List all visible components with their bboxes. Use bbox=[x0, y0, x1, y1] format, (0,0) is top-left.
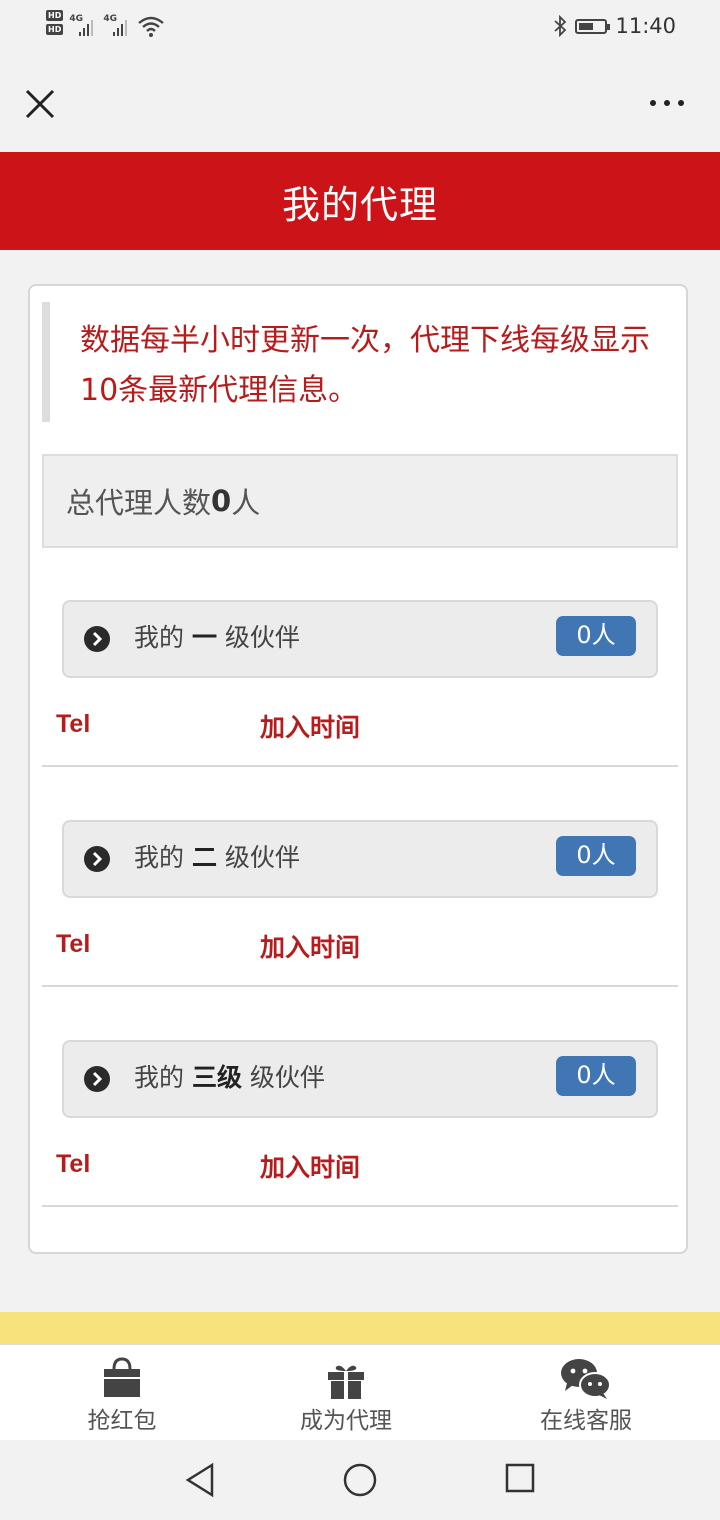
count-badge: 0人 bbox=[556, 836, 636, 876]
page-header: 我的代理 bbox=[0, 152, 720, 250]
level-section-3: 我的 三级 级伙伴 0人 Tel 加入时间 bbox=[42, 1040, 678, 1260]
home-icon[interactable] bbox=[342, 1462, 378, 1498]
recents-icon[interactable] bbox=[504, 1462, 536, 1494]
level-number: 一 bbox=[191, 623, 217, 652]
close-icon[interactable] bbox=[22, 86, 58, 122]
status-right: 11:40 bbox=[553, 14, 676, 38]
column-tel: Tel bbox=[56, 930, 91, 958]
level-suffix: 级伙伴 bbox=[216, 843, 300, 872]
more-icon[interactable] bbox=[650, 100, 684, 106]
column-join-time: 加入时间 bbox=[260, 933, 361, 962]
tab-label: 在线客服 bbox=[540, 1408, 632, 1434]
notice-text: 数据每半小时更新一次，代理下线每级显示10条最新代理信息。 bbox=[42, 302, 662, 422]
level-section-1: 我的 一 级伙伴 0人 Tel 加入时间 bbox=[42, 600, 678, 820]
chevron-right-icon bbox=[84, 626, 110, 652]
total-prefix: 总代理人数 bbox=[66, 486, 212, 520]
system-nav-bar bbox=[0, 1440, 720, 1520]
hd-badge-2: HD bbox=[46, 24, 64, 35]
status-left: HD HD 4G 4G bbox=[46, 10, 165, 38]
level-suffix: 级伙伴 bbox=[216, 623, 300, 652]
column-join-time: 加入时间 bbox=[260, 713, 361, 742]
count-badge: 0人 bbox=[556, 616, 636, 656]
tab-label: 成为代理 bbox=[300, 1408, 392, 1434]
level-panel-3[interactable]: 我的 三级 级伙伴 0人 bbox=[62, 1040, 658, 1118]
level-prefix: 我的 bbox=[134, 843, 192, 872]
divider bbox=[42, 985, 678, 987]
total-suffix: 人 bbox=[231, 486, 261, 520]
battery-icon bbox=[575, 18, 611, 34]
signal-icon: 4G bbox=[69, 10, 97, 38]
back-icon[interactable] bbox=[184, 1462, 216, 1498]
wechat-icon bbox=[559, 1355, 613, 1399]
chevron-right-icon bbox=[84, 1066, 110, 1092]
total-count: 0 bbox=[211, 484, 232, 518]
column-tel: Tel bbox=[56, 710, 91, 738]
chevron-right-icon bbox=[84, 846, 110, 872]
status-bar: HD HD 4G 4G 11:40 bbox=[0, 0, 720, 56]
bottom-tab-bar: 抢红包 成为代理 在线客服 bbox=[0, 1344, 720, 1441]
hd-badge-1: HD bbox=[46, 10, 64, 21]
level-prefix: 我的 bbox=[134, 623, 192, 652]
column-tel: Tel bbox=[56, 1150, 91, 1178]
agent-card: 数据每半小时更新一次，代理下线每级显示10条最新代理信息。 总代理人数 0 人 我的… bbox=[28, 284, 688, 1254]
tab-label: 抢红包 bbox=[87, 1408, 157, 1434]
column-join-time: 加入时间 bbox=[260, 1153, 361, 1182]
level-number: 二 bbox=[191, 843, 217, 872]
level-section-2: 我的 二 级伙伴 0人 Tel 加入时间 bbox=[42, 820, 678, 1040]
level-number: 三级 bbox=[191, 1063, 242, 1092]
divider bbox=[42, 765, 678, 767]
total-agents: 总代理人数 0 人 bbox=[42, 454, 678, 548]
hd-indicator: HD HD bbox=[46, 10, 64, 35]
tab-become-agent[interactable]: 成为代理 bbox=[290, 1345, 402, 1441]
level-title-2: 我的 二 级伙伴 bbox=[134, 840, 300, 876]
nav-bar bbox=[0, 56, 720, 152]
gift-icon bbox=[326, 1355, 366, 1399]
shopping-bag-icon bbox=[100, 1355, 144, 1399]
count-badge: 0人 bbox=[556, 1056, 636, 1096]
level-title-1: 我的 一 级伙伴 bbox=[134, 620, 300, 656]
wifi-icon bbox=[138, 16, 165, 37]
divider bbox=[42, 1205, 678, 1207]
clock: 11:40 bbox=[615, 14, 676, 38]
level-panel-2[interactable]: 我的 二 级伙伴 0人 bbox=[62, 820, 658, 898]
tab-red-packet[interactable]: 抢红包 bbox=[72, 1345, 172, 1441]
level-suffix: 级伙伴 bbox=[241, 1063, 325, 1092]
signal-icon-2: 4G bbox=[103, 10, 131, 38]
yellow-strip bbox=[0, 1312, 720, 1344]
level-panel-1[interactable]: 我的 一 级伙伴 0人 bbox=[62, 600, 658, 678]
bluetooth-icon bbox=[554, 15, 567, 37]
main-content: 数据每半小时更新一次，代理下线每级显示10条最新代理信息。 总代理人数 0 人 我的… bbox=[0, 250, 720, 1312]
level-title-3: 我的 三级 级伙伴 bbox=[134, 1060, 325, 1096]
tab-online-service[interactable]: 在线客服 bbox=[530, 1345, 642, 1441]
level-prefix: 我的 bbox=[134, 1063, 192, 1092]
page-title: 我的代理 bbox=[281, 182, 438, 227]
